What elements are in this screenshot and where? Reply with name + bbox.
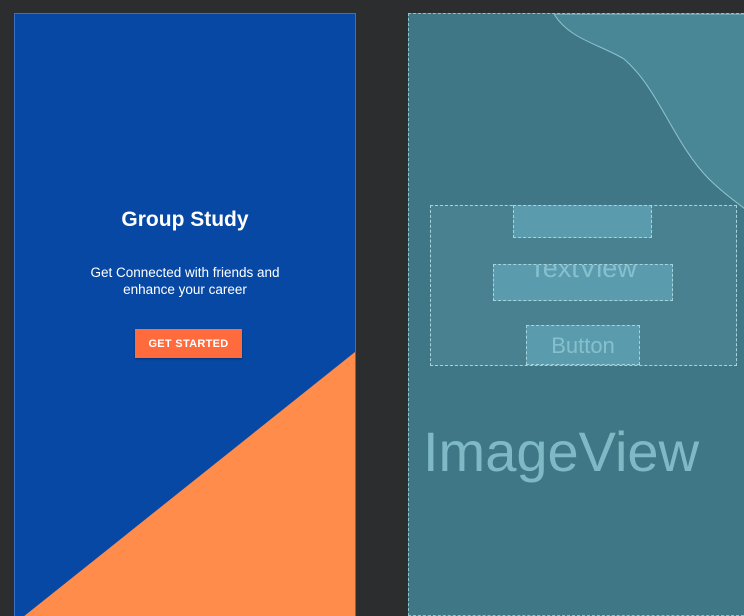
blueprint-textview[interactable]: TextView xyxy=(493,264,673,301)
imageview-label[interactable]: ImageView xyxy=(423,419,744,484)
blueprint-button[interactable]: Button xyxy=(526,325,640,365)
design-preview-panel[interactable]: Group Study Get Connected with friends a… xyxy=(14,13,356,616)
blueprint-title-textview[interactable] xyxy=(513,205,652,238)
blueprint-preview-panel[interactable]: TextView Button ImageView xyxy=(408,13,744,616)
orange-triangle-shape xyxy=(24,352,355,616)
get-started-button[interactable]: GET STARTED xyxy=(135,329,242,358)
textview-label: TextView xyxy=(529,264,637,283)
app-title[interactable]: Group Study xyxy=(15,208,355,232)
layout-editor-canvas: Group Study Get Connected with friends a… xyxy=(0,0,744,616)
button-label: Button xyxy=(551,333,615,358)
app-subtitle[interactable]: Get Connected with friends and enhance y… xyxy=(75,264,295,298)
